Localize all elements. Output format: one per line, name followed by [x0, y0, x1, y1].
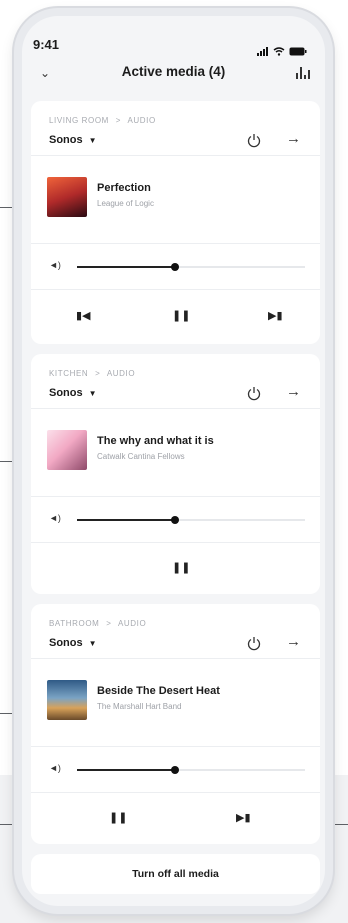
volume-fill [77, 519, 175, 521]
card-header: LIVING ROOM > AUDIO Sonos ▼ → [31, 101, 320, 156]
breadcrumb-room: LIVING ROOM [49, 116, 109, 125]
wifi-icon [273, 47, 285, 56]
track-title: The why and what it is [97, 435, 214, 447]
turn-off-all-media-button[interactable]: Turn off all media [31, 854, 320, 894]
caret-down-icon: ▼ [88, 389, 97, 398]
status-icons [257, 38, 307, 56]
breadcrumb: LIVING ROOM > AUDIO [49, 116, 156, 125]
breadcrumb-separator: > [106, 619, 112, 628]
previous-icon[interactable]: ▮◀ [76, 309, 91, 322]
device-name: Sonos [49, 134, 83, 146]
status-bar: 9:41 [22, 16, 325, 56]
breadcrumb-separator: > [115, 116, 122, 125]
card-header: KITCHEN > AUDIO Sonos ▼ → [31, 354, 320, 409]
breadcrumb-category: AUDIO [127, 116, 156, 125]
playback-controls: ▮◀ ❚❚ ▶▮ [31, 289, 320, 344]
volume-row: ◄) [31, 746, 320, 793]
breadcrumb-category: AUDIO [106, 369, 136, 378]
power-icon[interactable] [246, 132, 262, 148]
volume-fill [77, 769, 175, 771]
device-selector[interactable]: Sonos ▼ [49, 387, 97, 399]
arrow-right-icon[interactable]: → [286, 383, 301, 400]
media-card-living-room: LIVING ROOM > AUDIO Sonos ▼ → Perfection … [31, 101, 320, 344]
track-artist: The Marshall Hart Band [97, 702, 182, 711]
device-name: Sonos [49, 387, 83, 399]
track-info: Beside The Desert Heat The Marshall Hart… [31, 658, 320, 747]
caret-down-icon: ▼ [88, 639, 97, 648]
caret-down-icon: ▼ [88, 136, 97, 145]
arrow-right-icon[interactable]: → [286, 130, 301, 147]
track-info: The why and what it is Catwalk Cantina F… [31, 408, 320, 497]
volume-row: ◄) [31, 496, 320, 543]
breadcrumb-room: KITCHEN [49, 369, 89, 378]
breadcrumb-separator: > [95, 369, 101, 378]
volume-fill [77, 266, 175, 268]
breadcrumb: KITCHEN > AUDIO [49, 369, 135, 378]
device-name: Sonos [49, 637, 83, 649]
signal-icon [257, 38, 269, 56]
next-icon[interactable]: ▶▮ [268, 309, 283, 322]
breadcrumb-room: BATHROOM [49, 619, 100, 628]
device-selector[interactable]: Sonos ▼ [49, 134, 97, 146]
pause-icon[interactable]: ❚❚ [172, 309, 190, 322]
battery-icon [289, 47, 307, 56]
next-icon[interactable]: ▶▮ [236, 811, 251, 824]
track-title: Beside The Desert Heat [97, 685, 220, 697]
track-info: Perfection League of Logic [31, 155, 320, 244]
playback-controls: ❚❚ [31, 542, 320, 594]
volume-slider[interactable] [77, 766, 305, 774]
phone-screen: 9:41 ⌄ Active media (4) LIVING ROOM > AU… [22, 16, 325, 906]
card-header: BATHROOM > AUDIO Sonos ▼ → [31, 604, 320, 659]
volume-row: ◄) [31, 243, 320, 290]
playback-controls: ❚❚ ▶▮ [31, 792, 320, 844]
power-icon[interactable] [246, 635, 262, 651]
track-artist: Catwalk Cantina Fellows [97, 452, 185, 461]
device-selector[interactable]: Sonos ▼ [49, 637, 97, 649]
header-bar: ⌄ Active media (4) [22, 62, 325, 84]
track-artist: League of Logic [97, 199, 154, 208]
volume-knob[interactable] [171, 516, 179, 524]
speaker-icon: ◄) [49, 513, 61, 523]
arrow-right-icon[interactable]: → [286, 633, 301, 650]
media-card-kitchen: KITCHEN > AUDIO Sonos ▼ → The why and wha… [31, 354, 320, 594]
album-art [47, 680, 87, 720]
volume-knob[interactable] [171, 263, 179, 271]
media-card-bathroom: BATHROOM > AUDIO Sonos ▼ → Beside The Des… [31, 604, 320, 844]
page-title: Active media (4) [121, 64, 226, 79]
breadcrumb: BATHROOM > AUDIO [49, 619, 146, 628]
volume-slider[interactable] [77, 263, 305, 271]
pause-icon[interactable]: ❚❚ [109, 811, 127, 824]
speaker-icon: ◄) [49, 763, 61, 773]
album-art [47, 430, 87, 470]
status-time: 9:41 [33, 37, 60, 52]
speaker-icon: ◄) [49, 260, 61, 270]
power-icon[interactable] [246, 385, 262, 401]
pause-icon[interactable]: ❚❚ [172, 561, 190, 574]
volume-knob[interactable] [171, 766, 179, 774]
breadcrumb-category: AUDIO [117, 619, 147, 628]
equalizer-icon[interactable] [296, 67, 310, 79]
phone-frame: 9:41 ⌄ Active media (4) LIVING ROOM > AU… [14, 8, 333, 914]
track-title: Perfection [97, 182, 151, 194]
album-art [47, 177, 87, 217]
volume-slider[interactable] [77, 516, 305, 524]
